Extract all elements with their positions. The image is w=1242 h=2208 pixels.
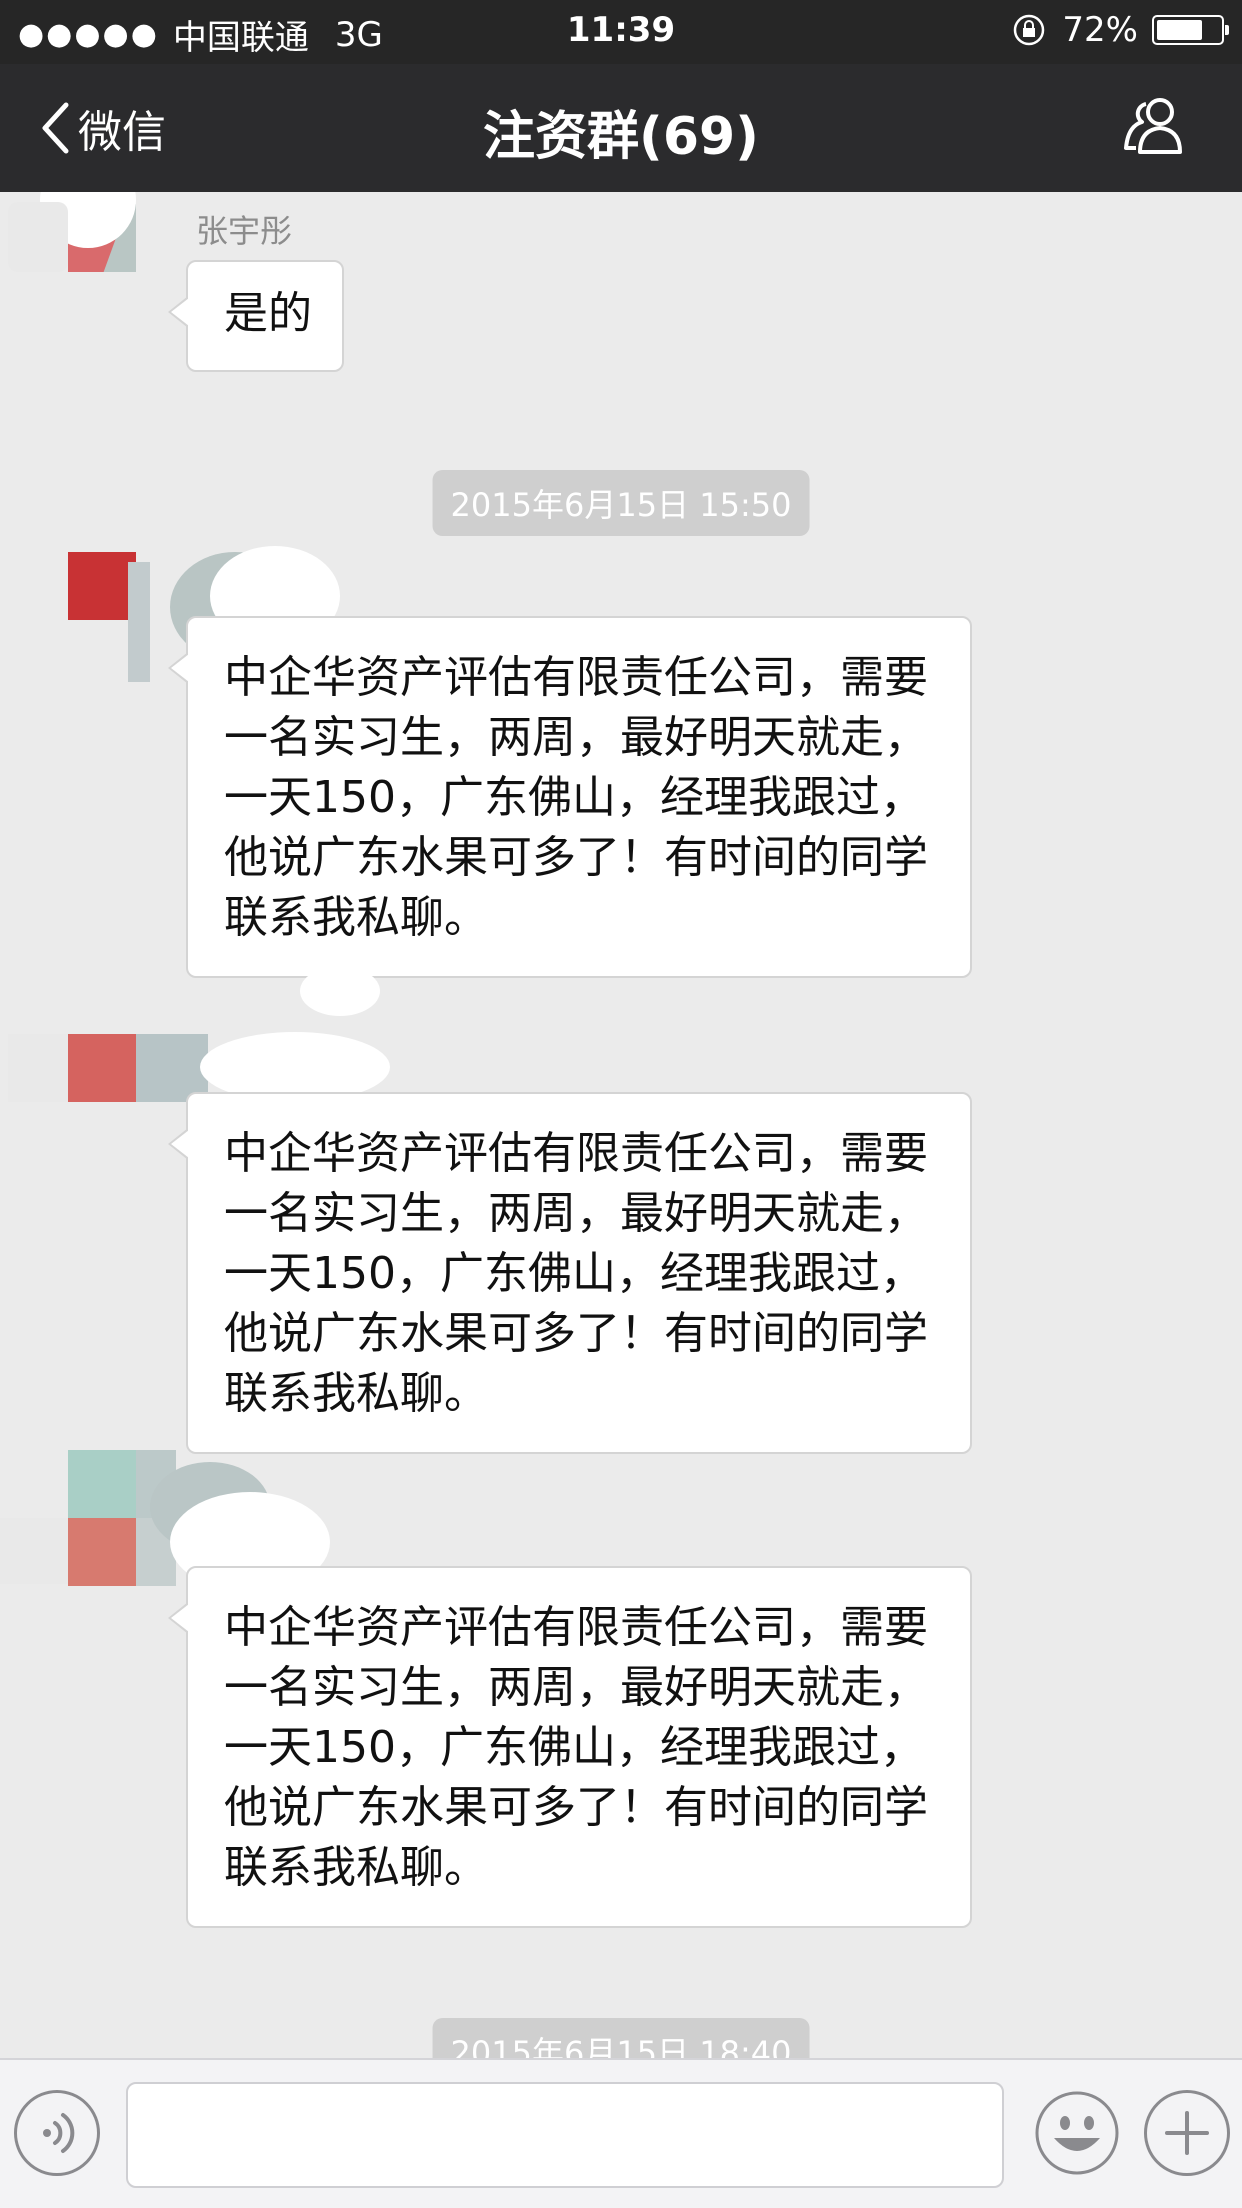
input-bar	[0, 2058, 1242, 2208]
message-input[interactable]	[126, 2082, 1004, 2188]
message-bubble[interactable]: 中企华资产评估有限责任公司，需要一名实习生，两周，最好明天就走，一天150，广东…	[168, 1566, 972, 1928]
avatar[interactable]	[68, 1034, 208, 1102]
voice-icon	[43, 2113, 75, 2153]
timestamp: 2015年6月15日 15:50	[432, 470, 810, 536]
rotation-lock-icon	[1014, 14, 1045, 46]
voice-button[interactable]	[14, 2090, 100, 2176]
message-bubble[interactable]: 中企华资产评估有限责任公司，需要一名实习生，两周，最好明天就走，一天150，广东…	[168, 1092, 972, 1454]
message-bubble[interactable]: 中企华资产评估有限责任公司，需要一名实习生，两周，最好明天就走，一天150，广东…	[168, 616, 972, 978]
plus-button[interactable]	[1144, 2090, 1230, 2176]
plus-icon	[1165, 2111, 1209, 2155]
message-text: 中企华资产评估有限责任公司，需要一名实习生，两周，最好明天就走，一天150，广东…	[224, 1602, 928, 1893]
page-title: 注资群(69)	[483, 107, 759, 167]
sender-name: 张宇彤	[196, 212, 293, 250]
group-members-icon[interactable]	[1120, 94, 1190, 158]
battery-percent: 72%	[1062, 10, 1138, 50]
message-text: 中企华资产评估有限责任公司，需要一名实习生，两周，最好明天就走，一天150，广东…	[224, 1128, 928, 1419]
nav-bar: 微信 注资群(69)	[0, 64, 1242, 192]
message-text: 是的	[224, 288, 312, 339]
battery-icon	[1152, 15, 1229, 45]
message-bubble[interactable]: 是的	[168, 260, 344, 372]
battery-fill	[1157, 20, 1202, 40]
avatar[interactable]	[68, 552, 136, 620]
status-bar: ●●●●● 中国联通 3G 11:39 72%	[0, 0, 1242, 64]
chat-area[interactable]: 张宇彤 是的 2015年6月15日 15:50 中企华资产评估有限责任公司，需要…	[0, 192, 1242, 2058]
message-text: 中企华资产评估有限责任公司，需要一名实习生，两周，最好明天就走，一天150，广东…	[224, 652, 928, 943]
battery-nub	[1225, 25, 1229, 35]
status-right: 72%	[1012, 10, 1229, 50]
emoji-button[interactable]	[1034, 2090, 1120, 2176]
emoji-icon	[1035, 2091, 1119, 2175]
timestamp: 2015年6月15日 18:40	[432, 2018, 810, 2058]
